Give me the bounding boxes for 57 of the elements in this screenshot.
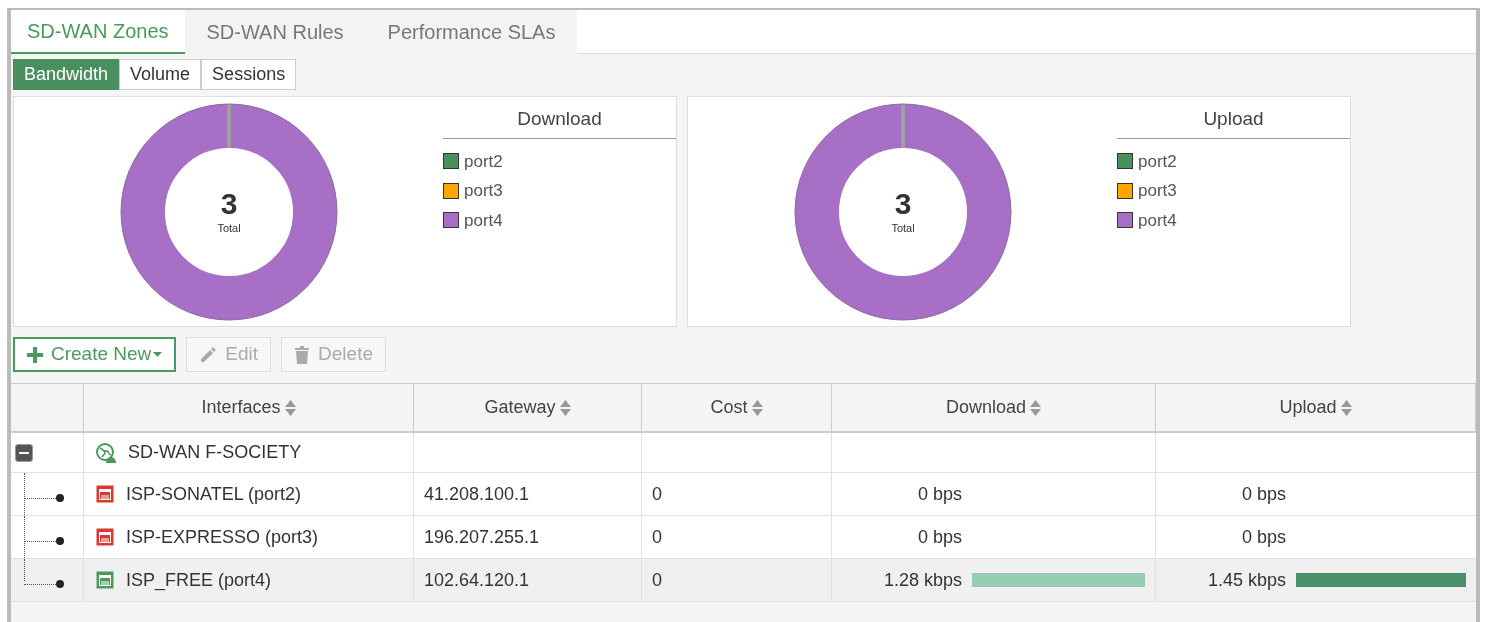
total-label: Total xyxy=(891,220,915,236)
globe-icon xyxy=(96,442,116,463)
rate-text: 0 bps xyxy=(916,525,962,549)
cost-text: 0 xyxy=(652,568,662,592)
rate-text: 1.45 kbps xyxy=(1206,568,1286,592)
table-row[interactable]: ISP-SONATEL (port2) 41.208.100.1 0 0 bps 0 bps xyxy=(11,473,1476,516)
view-tab[interactable]: Sessions xyxy=(201,59,297,90)
column-header[interactable]: Interfaces xyxy=(84,384,414,431)
gateway-text: 41.208.100.1 xyxy=(424,482,530,506)
tree-connector xyxy=(24,537,64,545)
table-row[interactable]: SD-WAN F-SOCIETY xyxy=(11,433,1476,473)
plus-icon xyxy=(27,346,43,363)
gateway-text: 196.207.255.1 xyxy=(424,525,540,549)
interface-name: ISP-SONATEL (port2) xyxy=(126,482,302,506)
legend-label: port3 xyxy=(1138,180,1177,202)
legend-title: Upload xyxy=(1117,105,1350,139)
column-header[interactable]: Download xyxy=(832,384,1156,431)
legend-label: port4 xyxy=(1138,209,1177,232)
cost-text: 0 xyxy=(652,482,662,506)
interface-name: ISP-EXPRESSO (port3) xyxy=(126,525,319,549)
pencil-icon xyxy=(199,345,218,364)
legend-title: Download xyxy=(443,105,676,139)
legend-label: port2 xyxy=(1138,150,1177,173)
sort-icon xyxy=(284,399,296,416)
total-value: 3 xyxy=(220,187,238,220)
tab[interactable]: Performance SLAs xyxy=(365,10,578,54)
sort-icon xyxy=(751,399,763,416)
interface-name: ISP_FREE (port4) xyxy=(126,568,272,593)
sort-icon xyxy=(1340,399,1352,416)
rate-text: 0 bps xyxy=(916,482,962,506)
total-value: 3 xyxy=(894,187,912,220)
column-header[interactable]: Gateway xyxy=(414,384,642,431)
zone-name: SD-WAN F-SOCIETY xyxy=(128,441,302,464)
rate-text: 0 bps xyxy=(1240,482,1286,506)
column-header[interactable]: Upload xyxy=(1156,384,1476,431)
sort-icon xyxy=(559,399,571,416)
gateway-text: 102.64.120.1 xyxy=(424,568,530,592)
collapse-icon[interactable] xyxy=(15,443,33,462)
rate-text: 1.28 kbps xyxy=(882,568,962,592)
legend-label: port3 xyxy=(464,180,503,202)
table-row[interactable]: ISP-EXPRESSO (port3) 196.207.255.1 0 0 bps 0 bps xyxy=(11,516,1476,559)
table-row[interactable]: ISP_FREE (port4) 102.64.120.1 0 1.28 kbps 1.45 kbps xyxy=(11,559,1476,602)
legend-label: port4 xyxy=(464,209,503,232)
column-header[interactable]: Cost xyxy=(642,384,832,431)
caret-icon xyxy=(153,352,163,357)
trash-icon xyxy=(294,345,311,364)
sort-icon xyxy=(1030,399,1042,416)
rate-text: 0 bps xyxy=(1240,525,1286,549)
tree-connector xyxy=(24,494,64,502)
cost-text: 0 xyxy=(652,525,662,549)
view-tab[interactable]: Bandwidth xyxy=(13,59,120,90)
create-button[interactable]: Create New xyxy=(13,337,177,372)
legend-label: port2 xyxy=(464,150,503,173)
total-label: Total xyxy=(217,220,241,236)
tab[interactable]: SD-WAN Rules xyxy=(184,10,366,54)
view-tab[interactable]: Volume xyxy=(119,59,202,90)
tree-connector xyxy=(24,580,64,588)
